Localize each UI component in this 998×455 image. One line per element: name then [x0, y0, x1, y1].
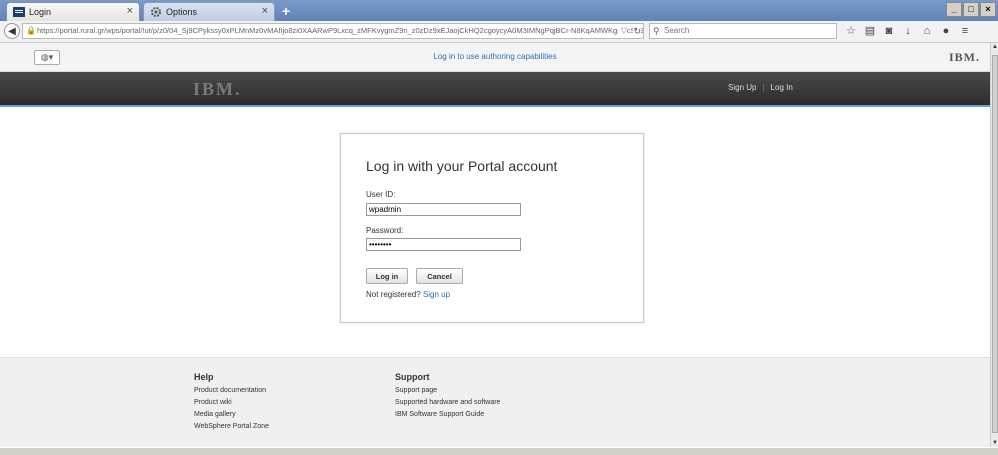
login-card: Log in with your Portal account User ID:…: [340, 133, 644, 323]
star-icon[interactable]: ☆: [845, 24, 857, 38]
sign-up-link[interactable]: Sign up: [423, 290, 450, 299]
search-placeholder: Search: [664, 26, 690, 35]
login-button[interactable]: Log in: [366, 268, 408, 284]
scrollbar-thumb[interactable]: [992, 55, 998, 433]
chat-icon[interactable]: ●: [940, 24, 952, 38]
sign-up-link[interactable]: Sign Up: [728, 83, 756, 92]
tab-label: Options: [166, 7, 198, 17]
registration-prompt: Not registered? Sign up: [366, 290, 450, 299]
footer-link[interactable]: IBM Software Support Guide: [395, 411, 500, 418]
close-tab-icon[interactable]: ×: [127, 5, 133, 17]
userid-input[interactable]: wpadmin: [366, 203, 521, 216]
footer-link[interactable]: Product wiki: [194, 399, 269, 406]
header-links: Sign Up | Log In: [728, 83, 793, 92]
not-registered-text: Not registered?: [366, 290, 421, 299]
tab-label: Login: [29, 7, 52, 17]
gear-icon: [150, 7, 162, 17]
home-icon[interactable]: ⌂: [921, 24, 933, 38]
ibm-logo: IBM.: [193, 79, 242, 99]
main-content: Log in with your Portal account User ID:…: [0, 107, 990, 357]
footer-help-column: Help Product documentation Product wiki …: [194, 372, 269, 435]
log-in-link[interactable]: Log In: [771, 83, 793, 92]
pocket-icon[interactable]: ◙: [883, 24, 895, 38]
portal-header: IBM. Sign Up | Log In: [0, 72, 990, 105]
authoring-login-link[interactable]: Log in to use authoring capabilities: [0, 52, 990, 61]
window-controls: _ □ ×: [946, 2, 996, 17]
ibm-favicon-icon: [13, 7, 25, 17]
footer-link[interactable]: Supported hardware and software: [395, 399, 500, 406]
url-dropdown-icon[interactable]: ▽: [617, 24, 627, 38]
new-tab-button[interactable]: +: [279, 3, 293, 19]
login-title: Log in with your Portal account: [366, 158, 558, 174]
close-tab-icon[interactable]: ×: [262, 5, 268, 17]
footer-link[interactable]: Product documentation: [194, 387, 269, 394]
password-input[interactable]: ••••••••: [366, 238, 521, 251]
reload-icon[interactable]: ↻: [633, 24, 641, 38]
scroll-down-icon[interactable]: ▼: [991, 439, 998, 447]
lock-icon: 🔒: [26, 26, 36, 35]
scroll-up-icon[interactable]: ▲: [991, 43, 998, 51]
footer-support-title: Support: [395, 372, 430, 382]
password-label: Password:: [366, 226, 404, 235]
footer-link[interactable]: WebSphere Portal Zone: [194, 423, 269, 430]
footer-support-column: Support Support page Supported hardware …: [395, 372, 500, 423]
portal-top-bar: ◍▾ Log in to use authoring capabilities …: [0, 43, 990, 72]
navigation-toolbar: ◀ 🔒 https://portal.rural.gr/wps/portal/!…: [0, 21, 998, 43]
back-arrow-icon[interactable]: ◀: [4, 23, 20, 39]
url-bar[interactable]: 🔒 https://portal.rural.gr/wps/portal/!ut…: [22, 23, 644, 39]
menu-icon[interactable]: ≡: [959, 24, 971, 38]
tab-options[interactable]: Options ×: [143, 2, 275, 21]
cancel-button[interactable]: Cancel: [416, 268, 463, 284]
footer-help-title: Help: [194, 372, 214, 382]
close-window-button[interactable]: ×: [980, 2, 996, 17]
userid-label: User ID:: [366, 190, 396, 199]
vertical-scrollbar[interactable]: ▲ ▼: [990, 43, 998, 447]
footer-link[interactable]: Media gallery: [194, 411, 269, 418]
tab-login[interactable]: Login ×: [6, 2, 140, 21]
url-text: https://portal.rural.gr/wps/portal/!ut/p…: [37, 26, 644, 35]
minimize-button[interactable]: _: [946, 2, 962, 17]
divider: |: [762, 83, 765, 92]
ibm-brand: IBM.: [949, 50, 980, 64]
browser-tab-strip: Login × Options × + _ □ ×: [0, 0, 998, 21]
download-icon[interactable]: ↓: [902, 24, 914, 38]
toolbar-icons: ☆ ▤ ◙ ↓ ⌂ ● ≡: [845, 24, 971, 38]
footer-link[interactable]: Support page: [395, 387, 500, 394]
maximize-button[interactable]: □: [963, 2, 979, 17]
portal-footer: Help Product documentation Product wiki …: [0, 357, 990, 448]
reading-list-icon[interactable]: ▤: [864, 24, 876, 38]
search-icon: ⚲: [653, 26, 660, 36]
search-input[interactable]: ⚲ Search: [649, 23, 837, 39]
